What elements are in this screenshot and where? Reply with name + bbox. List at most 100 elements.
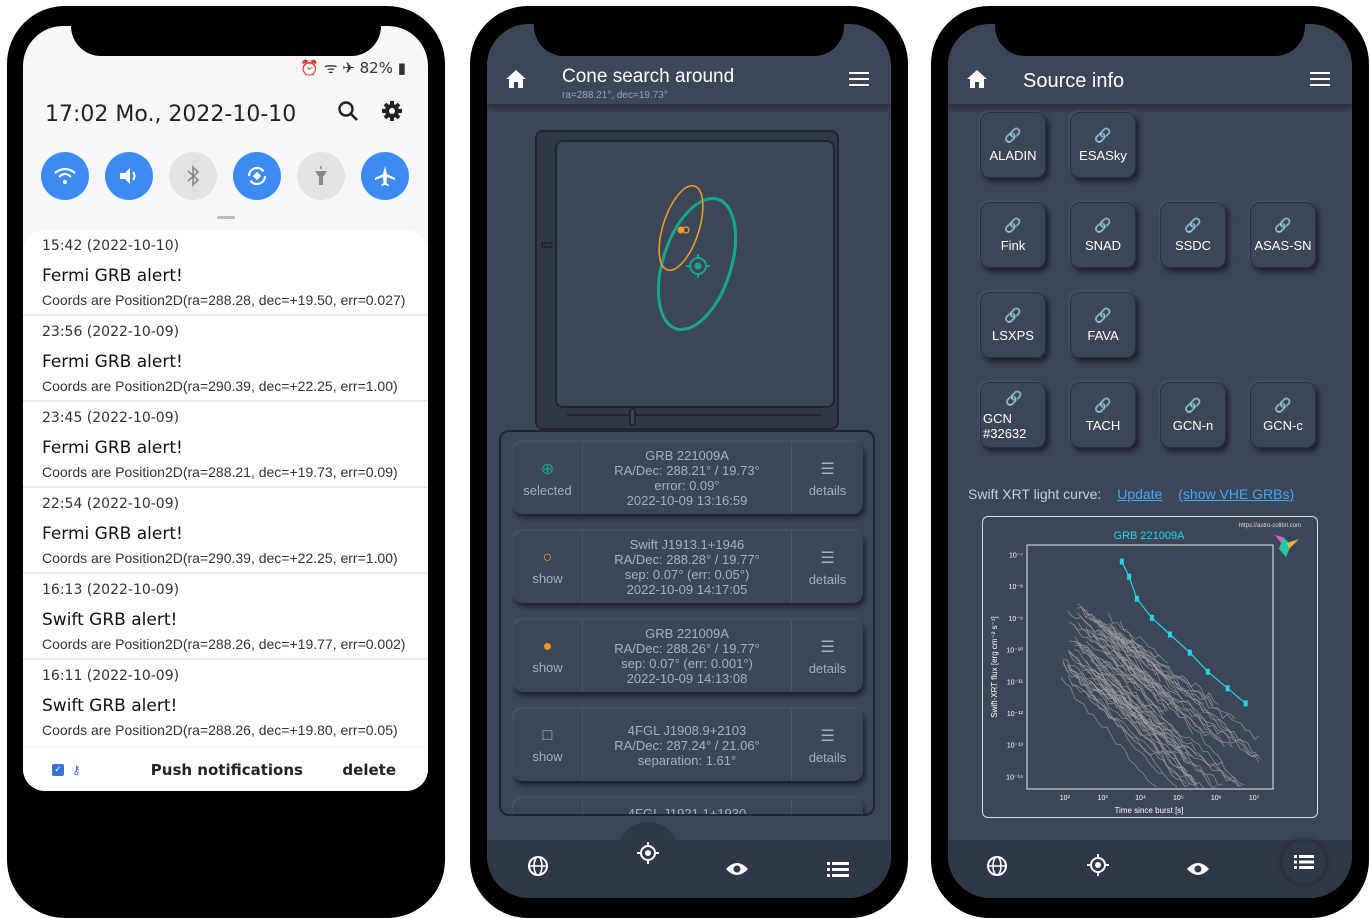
link-gcn-c[interactable]: 🔗 GCN-c: [1250, 382, 1316, 448]
result-card[interactable]: ⊕ selected GRB 221009A RA/Dec: 288.21° /…: [513, 442, 863, 514]
flashlight-toggle[interactable]: [297, 152, 345, 200]
hamburger-menu-icon[interactable]: [1310, 72, 1330, 90]
globe-icon[interactable]: [527, 855, 549, 882]
show-toggle[interactable]: ○ show: [513, 531, 583, 603]
card-action-label: selected: [523, 482, 572, 498]
select-toggle[interactable]: ⊕ selected: [513, 442, 583, 514]
details-button[interactable]: ☰ details: [791, 531, 863, 603]
details-button[interactable]: [791, 798, 863, 814]
details-button[interactable]: ☰ details: [791, 620, 863, 692]
sky-map[interactable]: [555, 140, 835, 408]
link-ssdc[interactable]: 🔗 SSDC: [1160, 202, 1226, 268]
notification-item[interactable]: 23:45 (2022-10-09) Fermi GRB alert! Coor…: [23, 402, 428, 488]
details-button[interactable]: ☰ details: [791, 709, 863, 781]
filled-dot-icon: ●: [542, 637, 553, 655]
show-toggle[interactable]: [513, 798, 583, 814]
x-tick-label: 10⁵: [1173, 795, 1184, 802]
link-label: GCN #32632: [983, 410, 1027, 441]
notification-item[interactable]: 16:11 (2022-10-09) Swift GRB alert! Coor…: [23, 660, 428, 746]
notification-title: Fermi GRB alert!: [42, 352, 183, 372]
notification-body: Coords are Position2D(ra=290.39, dec=+22…: [42, 378, 398, 394]
card-info: GRB 221009A RA/Dec: 288.26° / 19.77° sep…: [583, 620, 791, 692]
source-name: 4FGL J1908.9+2103: [627, 722, 747, 738]
result-card[interactable]: 4FGL J1921.1+1930: [513, 798, 863, 814]
result-card[interactable]: ● show GRB 221009A RA/Dec: 288.26° / 19.…: [513, 620, 863, 692]
list-icon: ☰: [820, 460, 835, 478]
x-tick-label: 10⁷: [1249, 795, 1260, 802]
list-icon[interactable]: [827, 858, 849, 882]
card-info: 4FGL J1908.9+2103 RA/Dec: 287.24° / 21.0…: [583, 709, 791, 781]
home-icon[interactable]: [505, 68, 527, 90]
link-snad[interactable]: 🔗 SNAD: [1070, 202, 1136, 268]
show-vhe-link[interactable]: (show VHE GRBs): [1178, 486, 1294, 502]
wifi-toggle[interactable]: [41, 152, 89, 200]
sound-toggle[interactable]: [105, 152, 153, 200]
drag-handle[interactable]: [217, 216, 235, 219]
vertical-slider-knob[interactable]: [541, 242, 553, 248]
source-info-screen: Source info 🔗 ALADIN 🔗 ESASky 🔗 Fink 🔗 SNAD …: [948, 24, 1352, 898]
rotate-icon: [247, 166, 267, 186]
crosshair-icon[interactable]: [1086, 853, 1110, 882]
notification-title: Swift GRB alert!: [42, 610, 178, 630]
link-icon: 🔗: [1004, 127, 1022, 143]
eye-icon[interactable]: [725, 858, 749, 882]
airplane-toggle[interactable]: [361, 152, 409, 200]
link-tach[interactable]: 🔗 TACH: [1070, 382, 1136, 448]
grb-data-point: [1134, 595, 1139, 602]
link-aladin[interactable]: 🔗 ALADIN: [980, 112, 1046, 178]
bluetooth-toggle[interactable]: [169, 152, 217, 200]
delete-button[interactable]: delete: [342, 761, 396, 779]
phone-source-info: Source info 🔗 ALADIN 🔗 ESASky 🔗 Fink 🔗 SNAD …: [931, 6, 1369, 918]
grb-data-point: [1225, 685, 1230, 692]
gear-icon[interactable]: [381, 100, 403, 128]
link-esasky[interactable]: 🔗 ESASky: [1070, 112, 1136, 178]
link-asas-sn[interactable]: 🔗 ASAS-SN: [1250, 202, 1316, 268]
link-icon: 🔗: [1274, 397, 1292, 413]
notification-footer: ✓ ⚷ Push notifications delete: [23, 748, 428, 791]
notification-item[interactable]: 22:54 (2022-10-09) Fermi GRB alert! Coor…: [23, 488, 428, 574]
notification-title: Fermi GRB alert!: [42, 524, 183, 544]
eye-icon[interactable]: [1186, 858, 1210, 882]
chart-url: https://astro-colibri.com: [1239, 523, 1301, 529]
notification-item[interactable]: 23:56 (2022-10-09) Fermi GRB alert! Coor…: [23, 316, 428, 402]
show-toggle[interactable]: ● show: [513, 620, 583, 692]
link-gcn-n[interactable]: 🔗 GCN-n: [1160, 382, 1226, 448]
search-icon[interactable]: [337, 100, 359, 128]
lightcurve-chart: GRB 221009A https://astro-colibri.com 10…: [982, 516, 1318, 818]
card-action-label: show: [532, 659, 563, 675]
globe-icon[interactable]: [986, 855, 1008, 882]
colibri-logo-icon: [1275, 535, 1299, 557]
result-card[interactable]: □ show 4FGL J1908.9+2103 RA/Dec: 287.24°…: [513, 709, 863, 781]
autorotate-toggle[interactable]: [233, 152, 281, 200]
hamburger-menu-icon[interactable]: [849, 72, 869, 90]
link-fink[interactable]: 🔗 Fink: [980, 202, 1046, 268]
source-name: GRB 221009A: [645, 626, 729, 641]
result-card[interactable]: ○ show Swift J1913.1+1946 RA/Dec: 288.28…: [513, 531, 863, 603]
show-toggle[interactable]: □ show: [513, 709, 583, 781]
y-tick-label: 10⁻¹²: [1007, 711, 1024, 718]
notification-item[interactable]: 16:13 (2022-10-09) Swift GRB alert! Coor…: [23, 574, 428, 660]
link-label: SNAD: [1084, 238, 1122, 253]
card-action-label: show: [532, 570, 563, 586]
link-gcn-32632[interactable]: 🔗 GCN #32632: [980, 382, 1046, 448]
target-icon: ⊕: [540, 460, 555, 478]
link-lsxps[interactable]: 🔗 LSXPS: [980, 292, 1046, 358]
update-link[interactable]: Update: [1117, 486, 1162, 502]
search-results-list: ⊕ selected GRB 221009A RA/Dec: 288.21° /…: [499, 430, 875, 816]
checkbox-icon[interactable]: ✓: [52, 763, 64, 776]
list-icon[interactable]: [1282, 840, 1326, 884]
grb-data-point: [1119, 558, 1124, 565]
crosshair-icon[interactable]: [617, 822, 679, 884]
link-fava[interactable]: 🔗 FAVA: [1070, 292, 1136, 358]
y-tick-label: 10⁻⁸: [1009, 584, 1023, 591]
home-icon[interactable]: [966, 68, 988, 90]
notification-item[interactable]: 15:42 (2022-10-10) Fermi GRB alert! Coor…: [23, 230, 428, 316]
notification-time: 15:42 (2022-10-10): [42, 238, 180, 254]
card-action-label: show: [532, 748, 563, 764]
horizontal-slider-knob[interactable]: [629, 408, 636, 426]
horizontal-slider[interactable]: [567, 414, 821, 416]
lightcurve-svg: GRB 221009A https://astro-colibri.com 10…: [990, 523, 1301, 815]
link-icon: 🔗: [1005, 389, 1023, 406]
details-button[interactable]: ☰ details: [791, 442, 863, 514]
notification-title: Fermi GRB alert!: [42, 266, 183, 286]
